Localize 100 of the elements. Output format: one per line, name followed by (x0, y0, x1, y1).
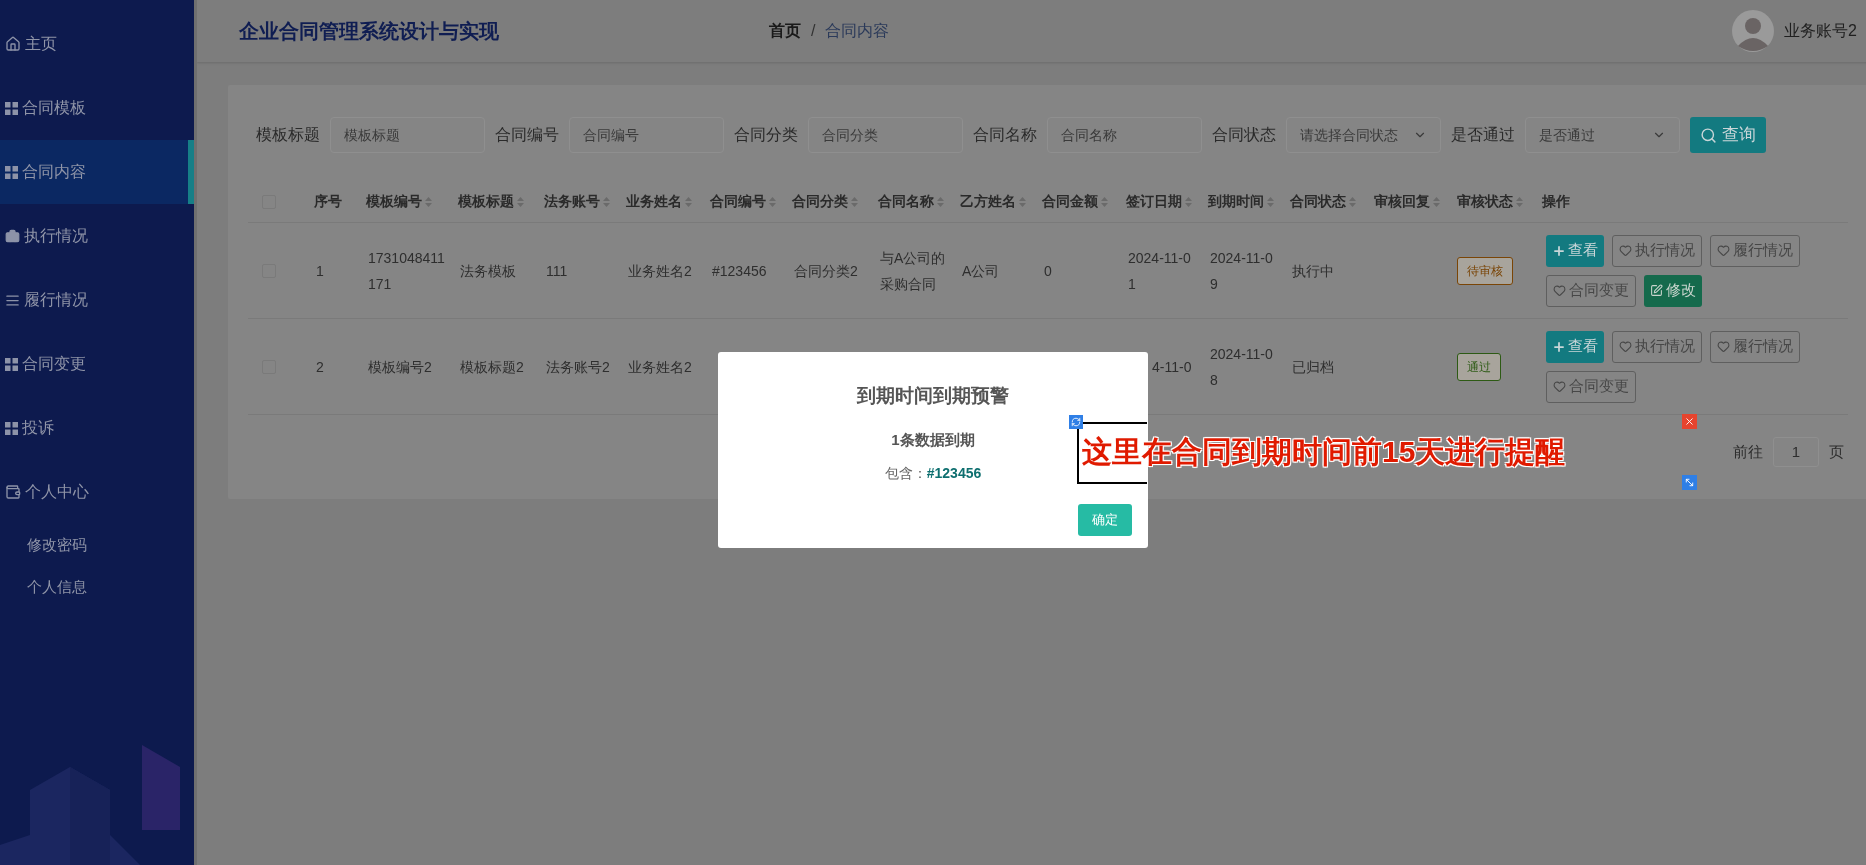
grid-icon (5, 165, 18, 179)
rotate-icon (1071, 417, 1081, 427)
sort-icon (685, 195, 692, 208)
sort-icon (517, 195, 524, 208)
edit-button[interactable]: 修改 (1644, 274, 1702, 307)
view-button[interactable]: 查看 (1546, 330, 1604, 363)
search-button[interactable]: 查询 (1690, 117, 1766, 153)
dialog-message: 1条数据到期 (891, 429, 975, 450)
breadcrumb-item[interactable]: 首页 (769, 19, 801, 43)
table-cell: 法务账号2 (546, 358, 610, 375)
filter-label: 合同状态 (1212, 125, 1276, 145)
breadcrumb-separator: / (811, 21, 816, 41)
column-header: 操作 (1542, 192, 1570, 211)
table-cell: 执行中 (1292, 262, 1334, 279)
app-title: 企业合同管理系统设计与实现 (239, 19, 500, 44)
sort-icon (937, 195, 944, 208)
close-icon (1684, 416, 1695, 427)
column-header[interactable]: 到期时间 (1208, 191, 1274, 212)
filter-label: 是否通过 (1451, 125, 1515, 145)
sidebar-item[interactable]: 投诉 (0, 396, 194, 460)
action-button[interactable]: 执行情况 (1612, 330, 1702, 363)
page-suffix: 页 (1829, 441, 1844, 462)
heart-icon (1619, 244, 1632, 257)
column-header[interactable]: 模板编号 (366, 191, 432, 212)
table-cell: 1 (316, 262, 324, 279)
sort-icon (851, 195, 858, 208)
table-cell: 已归档 (1292, 358, 1334, 375)
sort-icon (1101, 195, 1108, 208)
action-button[interactable]: 合同变更 (1546, 370, 1636, 403)
column-header[interactable]: 审核回复 (1374, 191, 1440, 212)
sort-icon (1349, 195, 1356, 208)
sidebar-item[interactable]: 主页 (0, 12, 194, 76)
grid-icon (5, 421, 18, 435)
sort-icon (603, 195, 610, 208)
action-button[interactable]: 执行情况 (1612, 234, 1702, 267)
table-cell: 2024-11-08 (1210, 345, 1273, 388)
list-icon (5, 292, 20, 308)
heart-icon (1717, 340, 1730, 353)
table-cell: 1731048411171 (368, 249, 445, 292)
sort-icon (1267, 195, 1274, 208)
username: 业务账号2 (1784, 21, 1857, 41)
filter-select[interactable]: 请选择合同状态 (1286, 117, 1441, 153)
sort-icon (769, 195, 776, 208)
column-header: 序号 (314, 192, 342, 211)
column-header[interactable]: 合同金额 (1042, 191, 1108, 212)
column-header[interactable]: 签订日期 (1126, 191, 1192, 212)
resize-icon (1684, 477, 1695, 488)
column-header[interactable]: 乙方姓名 (960, 191, 1026, 212)
edit-icon (1650, 284, 1663, 297)
table-cell: 2024-11-01 (1128, 249, 1191, 292)
table-cell: 模板标题2 (460, 358, 524, 375)
sort-icon (1433, 195, 1440, 208)
column-header[interactable]: 业务姓名 (626, 191, 692, 212)
filter-field[interactable]: 合同名称 (1047, 117, 1202, 153)
sidebar-item[interactable]: 履行情况 (0, 268, 194, 332)
filter-select[interactable]: 是否通过 (1525, 117, 1680, 153)
action-button[interactable]: 履行情况 (1710, 330, 1800, 363)
action-button[interactable]: 履行情况 (1710, 234, 1800, 267)
sidebar-item[interactable]: 合同内容 (0, 140, 194, 204)
table-cell: 与A公司的采购合同 (880, 249, 946, 292)
sidebar-item[interactable]: 合同模板 (0, 76, 194, 140)
sidebar-item[interactable]: 个人中心 (0, 460, 194, 524)
resize-handle[interactable] (1682, 475, 1697, 490)
breadcrumb-item: 合同内容 (825, 21, 890, 41)
heart-icon (1717, 244, 1730, 257)
status-tag: 通过 (1457, 352, 1501, 381)
column-header[interactable]: 合同名称 (878, 191, 944, 212)
heart-icon (1553, 284, 1566, 297)
table-cell: 111 (546, 262, 568, 279)
table-cell: 模板编号2 (368, 358, 432, 375)
sidebar-subitem[interactable]: 个人信息 (0, 566, 194, 608)
plus-icon (1552, 243, 1566, 258)
table-cell: 2024-11-09 (1210, 249, 1273, 292)
confirm-button[interactable]: 确定 (1078, 504, 1132, 536)
sort-icon (1516, 195, 1523, 208)
search-icon (1700, 126, 1717, 144)
column-header[interactable]: 模板标题 (458, 191, 524, 212)
filter-field[interactable]: 合同编号 (569, 117, 724, 153)
rotate-handle[interactable] (1069, 415, 1083, 429)
dialog-title: 到期时间到期预警 (857, 384, 1009, 408)
column-header[interactable]: 合同状态 (1290, 191, 1356, 212)
table-cell: A公司 (962, 262, 1000, 279)
grid-icon (5, 357, 18, 371)
column-header[interactable]: 合同编号 (710, 191, 776, 212)
page-field[interactable]: 1 (1773, 437, 1819, 467)
filter-field[interactable]: 合同分类 (808, 117, 963, 153)
sort-icon (1185, 195, 1192, 208)
column-header[interactable]: 合同分类 (792, 191, 858, 212)
sidebar-subitem[interactable]: 修改密码 (0, 524, 194, 566)
briefcase-icon (5, 228, 20, 244)
close-handle[interactable] (1682, 414, 1697, 429)
sidebar-item[interactable]: 执行情况 (0, 204, 194, 268)
view-button[interactable]: 查看 (1546, 234, 1604, 267)
table-cell: 业务姓名2 (628, 358, 692, 375)
column-header[interactable]: 法务账号 (544, 191, 610, 212)
heart-icon (1553, 380, 1566, 393)
action-button[interactable]: 合同变更 (1546, 274, 1636, 307)
sidebar-item[interactable]: 合同变更 (0, 332, 194, 396)
filter-field[interactable]: 模板标题 (330, 117, 485, 153)
column-header[interactable]: 审核状态 (1457, 191, 1523, 212)
